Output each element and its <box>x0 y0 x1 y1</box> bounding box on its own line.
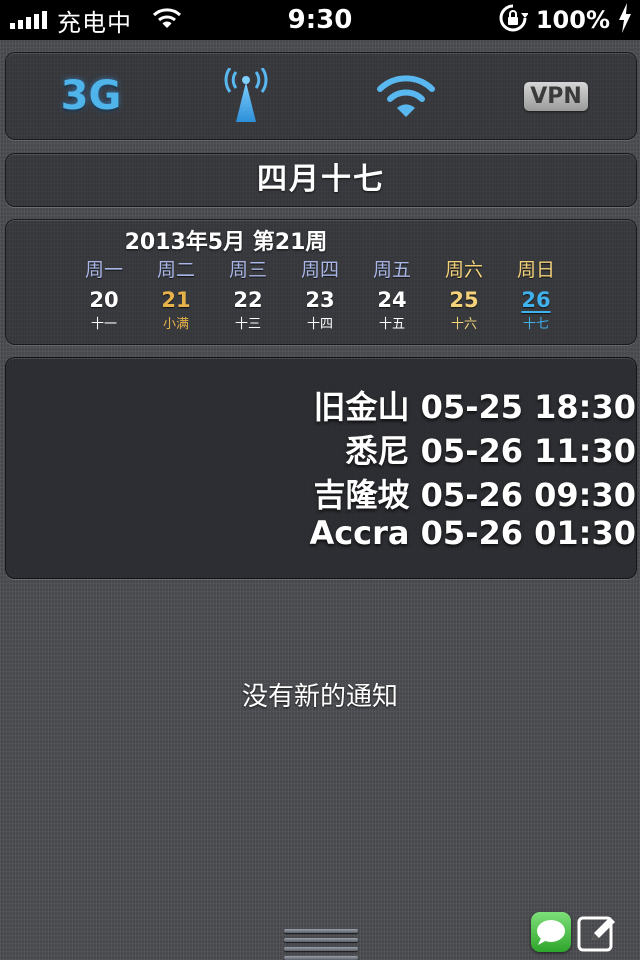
drag-handle[interactable] <box>278 924 364 960</box>
calendar-weekday: 周二 <box>156 259 195 281</box>
toggle-3g[interactable]: 3G <box>46 53 136 139</box>
calendar-date: 24 <box>377 288 407 312</box>
calendar-lunar: 十七 <box>522 317 549 332</box>
calendar-date: 23 <box>305 288 335 312</box>
toggle-vpn[interactable]: VPN <box>521 53 591 139</box>
calendar-weekday: 周三 <box>228 259 267 281</box>
calendar-date: 22 <box>233 288 263 312</box>
calendar-title: 2013年5月 第21周 <box>124 230 328 255</box>
message-icon[interactable] <box>531 912 571 952</box>
world-clock-row: 旧金山 05-25 18:30 <box>36 382 637 428</box>
charging-bolt-icon <box>618 3 632 37</box>
calendar-weekday: 周四 <box>300 259 339 281</box>
lunar-date-panel: 四月十七 <box>5 153 637 207</box>
calendar-weekday: 周日 <box>516 259 555 281</box>
rotation-lock-icon <box>498 3 529 37</box>
calendar-weekday: 周六 <box>444 259 483 281</box>
calendar-lunar: 十四 <box>306 317 333 332</box>
world-clock-time: 05-26 01:30 <box>420 514 636 552</box>
toggle-vpn-label: VPN <box>524 81 588 111</box>
world-clock-time: 05-26 09:30 <box>420 476 636 514</box>
calendar-date: 20 <box>89 288 119 312</box>
quick-toggles-panel: 3G VPN <box>5 52 637 140</box>
calendar-lunar: 小满 <box>162 317 189 332</box>
calendar-date: 25 <box>449 288 479 312</box>
calendar-day[interactable]: 周五 24 十五 <box>362 256 422 334</box>
world-clock-panel: 旧金山 05-25 18:30 悉尼 05-26 11:30 吉隆坡 05-26… <box>5 357 637 579</box>
calendar-date: 26 <box>521 288 551 312</box>
calendar-day[interactable]: 周四 23 十四 <box>290 256 350 334</box>
calendar-lunar: 十一 <box>90 317 117 332</box>
world-clock-time: 05-26 11:30 <box>420 432 636 470</box>
calendar-lunar: 十三 <box>234 317 261 332</box>
world-clock-time: 05-25 18:30 <box>420 388 636 426</box>
world-clock-row: Accra 05-26 01:30 <box>36 514 636 552</box>
calendar-weekday: 周五 <box>372 259 411 281</box>
world-clock-city: 旧金山 <box>313 388 410 426</box>
status-bar: 充电中 9:30 100% <box>0 0 640 40</box>
no-notifications-text: 没有新的通知 <box>241 682 398 712</box>
calendar-date: 21 <box>161 288 191 312</box>
world-clock-row: 吉隆坡 05-26 09:30 <box>36 470 637 516</box>
antenna-icon <box>224 68 268 122</box>
world-clock-row: 悉尼 05-26 11:30 <box>36 426 637 472</box>
calendar-weekday: 周一 <box>84 259 123 281</box>
calendar-day[interactable]: 周二 21 小满 <box>146 256 206 334</box>
world-clock-city: Accra <box>309 514 410 552</box>
calendar-day-today[interactable]: 周日 26 十七 <box>506 256 566 334</box>
calendar-lunar: 十六 <box>450 317 477 332</box>
lunar-date: 四月十七 <box>257 162 385 197</box>
calendar-day[interactable]: 周一 20 十一 <box>74 256 134 334</box>
calendar-lunar: 十五 <box>378 317 405 332</box>
calendar-day[interactable]: 周六 25 十六 <box>434 256 494 334</box>
calendar-day[interactable]: 周三 22 十三 <box>218 256 278 334</box>
wifi-icon <box>377 75 435 117</box>
battery-percentage: 100% <box>535 6 610 34</box>
world-clock-city: 吉隆坡 <box>313 476 410 514</box>
compose-icon[interactable] <box>576 912 618 954</box>
world-clock-city: 悉尼 <box>345 432 410 470</box>
toggle-3g-label: 3G <box>60 73 122 119</box>
week-calendar-panel: 2013年5月 第21周 周一 20 十一 周二 21 小满 周三 22 十三 … <box>5 219 637 345</box>
toggle-wifi[interactable] <box>361 53 451 139</box>
toggle-cellular-data[interactable] <box>206 53 286 139</box>
